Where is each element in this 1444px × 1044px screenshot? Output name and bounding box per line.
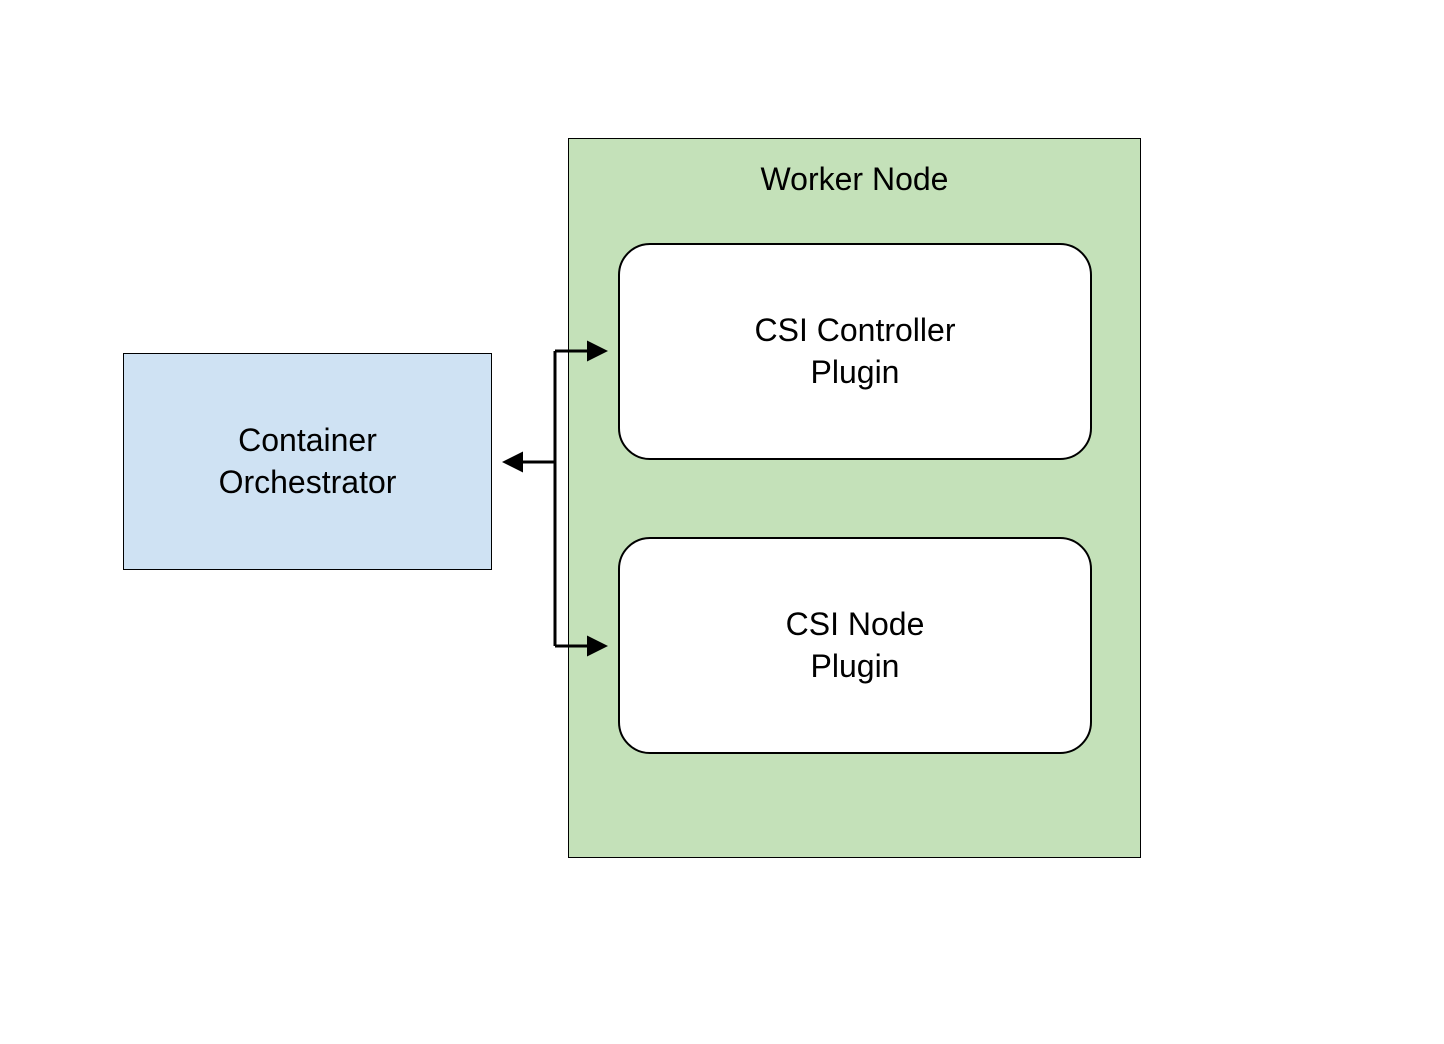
controller-plugin-label: CSI Controller Plugin [755,310,956,393]
node-plugin-line1: CSI Node [786,604,925,646]
node-plugin-label: CSI Node Plugin [786,604,925,687]
node-plugin-line2: Plugin [786,646,925,688]
controller-plugin-line2: Plugin [755,352,956,394]
csi-node-plugin-box: CSI Node Plugin [618,537,1092,754]
container-orchestrator-box: Container Orchestrator [123,353,492,570]
controller-plugin-line1: CSI Controller [755,310,956,352]
orchestrator-line1: Container [219,420,397,462]
csi-controller-plugin-box: CSI Controller Plugin [618,243,1092,460]
orchestrator-line2: Orchestrator [219,462,397,504]
diagram-container: Worker Node Container Orchestrator CSI C… [0,0,1444,1044]
worker-node-title: Worker Node [761,161,949,198]
orchestrator-label: Container Orchestrator [219,420,397,503]
